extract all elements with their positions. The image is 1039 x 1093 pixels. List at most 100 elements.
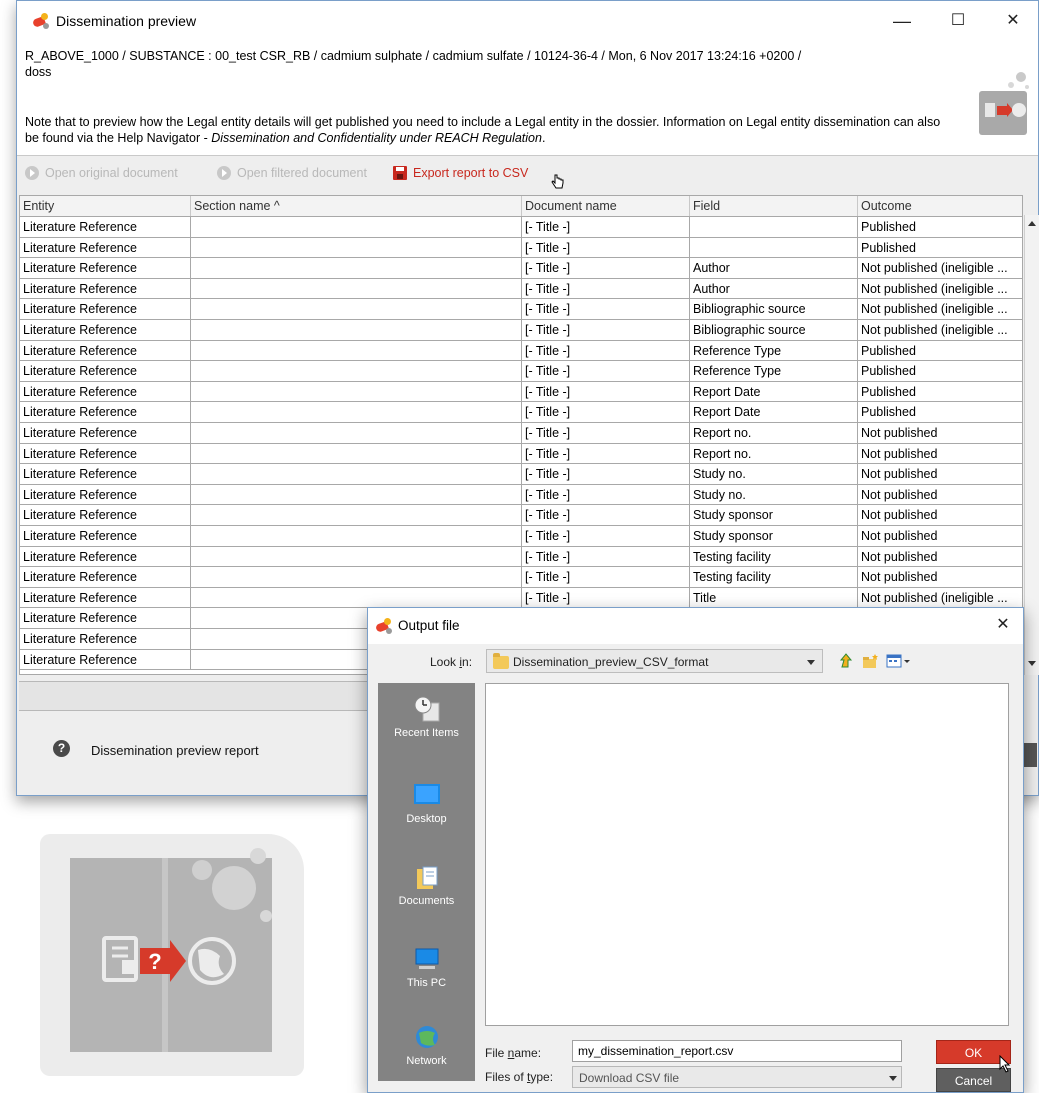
table-row[interactable]: Literature Reference [- Title -] Title Not …	[20, 587, 1022, 609]
open-original-document-button[interactable]: Open original document	[25, 164, 178, 182]
export-report-csv-button[interactable]: Export report to CSV	[393, 164, 528, 182]
cell-document-name: [- Title -]	[522, 443, 690, 464]
table-row[interactable]: Literature Reference [- Title -] Testing f…	[20, 546, 1022, 568]
note-help-topic: Dissemination and Confidentiality under …	[211, 131, 542, 145]
this-pc-icon	[415, 948, 438, 969]
legal-entity-note: Note that to preview how the Legal entit…	[25, 114, 945, 146]
help-icon[interactable]: ?	[53, 740, 70, 757]
place-network[interactable]: Network	[378, 1023, 475, 1067]
place-label: Network	[406, 1055, 447, 1067]
cell-field: Study no.	[690, 464, 858, 485]
network-icon	[415, 1026, 438, 1048]
scroll-down-arrow-icon[interactable]	[1028, 661, 1036, 666]
table-row[interactable]: Literature Reference [- Title -] Study spo…	[20, 505, 1022, 526]
place-label: Recent Items	[394, 727, 459, 739]
column-entity[interactable]: Entity	[20, 196, 191, 216]
table-row[interactable]: Literature Reference [- Title -] Report no…	[20, 443, 1022, 465]
close-button[interactable]: ✕	[990, 5, 1036, 37]
cell-entity: Literature Reference	[20, 464, 191, 485]
arrow-circle-icon	[25, 166, 39, 180]
table-row[interactable]: Literature Reference [- Title -] Report no…	[20, 423, 1022, 444]
vertical-scrollbar[interactable]	[1024, 215, 1039, 675]
cell-entity: Literature Reference	[20, 649, 191, 670]
cell-section-name	[191, 526, 522, 546]
minimize-button[interactable]: —	[879, 5, 925, 37]
scroll-up-arrow-icon[interactable]	[1028, 221, 1036, 226]
column-outcome[interactable]: Outcome	[858, 196, 1022, 216]
chevron-down-icon	[889, 1076, 897, 1081]
view-menu-icon[interactable]	[886, 653, 912, 669]
cell-entity: Literature Reference	[20, 381, 191, 402]
table-row[interactable]: Literature Reference [- Title -] Author Not…	[20, 278, 1022, 300]
cell-field: Report no.	[690, 443, 858, 464]
cell-outcome: Not published (ineligible ...	[858, 299, 1022, 319]
dissemination-table[interactable]: Entity Section name ^ Document name Fiel…	[19, 195, 1023, 675]
cell-entity: Literature Reference	[20, 278, 191, 299]
table-row[interactable]: Literature Reference [- Title -] Bibliogra…	[20, 320, 1022, 341]
file-name-input[interactable]	[572, 1040, 902, 1062]
table-row[interactable]: Literature Reference [- Title -] Report Da…	[20, 402, 1022, 423]
cell-section-name	[191, 423, 522, 443]
up-one-level-icon[interactable]	[838, 653, 856, 669]
cell-outcome: Published	[858, 361, 1022, 381]
look-in-dropdown[interactable]: Dissemination_preview_CSV_format	[486, 649, 823, 673]
place-desktop[interactable]: Desktop	[378, 781, 475, 825]
cell-document-name: [- Title -]	[522, 546, 690, 567]
cell-field: Testing facility	[690, 567, 858, 588]
column-section-name[interactable]: Section name ^	[191, 196, 522, 216]
look-in-label: Look in:	[430, 655, 473, 669]
cell-section-name	[191, 340, 522, 361]
column-field[interactable]: Field	[690, 196, 858, 216]
file-list[interactable]	[485, 683, 1009, 1026]
table-row[interactable]: Literature Reference [- Title -] Testing f…	[20, 567, 1022, 588]
files-of-type-label: Files of type:	[485, 1070, 554, 1084]
table-row[interactable]: Literature Reference [- Title -] Bibliogra…	[20, 299, 1022, 320]
cell-entity: Literature Reference	[20, 629, 191, 649]
cell-section-name	[191, 278, 522, 299]
hand-cursor-icon	[551, 174, 564, 189]
cell-outcome: Published	[858, 217, 1022, 237]
table-row[interactable]: Literature Reference [- Title -] Author Not…	[20, 258, 1022, 279]
dialog-title-bar: Output file ✕	[368, 608, 1023, 644]
open-filtered-document-button[interactable]: Open filtered document	[217, 164, 367, 182]
cell-outcome: Not published	[858, 547, 1022, 567]
note-end: .	[541, 131, 546, 145]
desktop-icon	[413, 784, 440, 804]
cell-field: Bibliographic source	[690, 320, 858, 340]
place-this-pc[interactable]: This PC	[378, 945, 475, 989]
table-row[interactable]: Literature Reference [- Title -] Reference…	[20, 361, 1022, 382]
place-recent-items[interactable]: Recent Items	[378, 695, 475, 739]
table-row[interactable]: Literature Reference [- Title -] Published	[20, 217, 1022, 238]
cell-document-name: [- Title -]	[522, 217, 690, 237]
column-document-name[interactable]: Document name	[522, 196, 690, 216]
maximize-button[interactable]: ☐	[935, 5, 981, 37]
cell-section-name	[191, 320, 522, 340]
cell-document-name: [- Title -]	[522, 361, 690, 382]
new-folder-icon[interactable]	[862, 653, 880, 669]
cell-document-name: [- Title -]	[522, 320, 690, 340]
cell-outcome: Not published	[858, 526, 1022, 546]
cell-outcome: Not published (ineligible ...	[858, 258, 1022, 278]
dossier-header-line1: R_ABOVE_1000 / SUBSTANCE : 00_test CSR_R…	[25, 49, 802, 63]
table-row[interactable]: Literature Reference [- Title -] Published	[20, 237, 1022, 259]
cell-outcome: Published	[858, 238, 1022, 258]
cell-outcome: Not published	[858, 423, 1022, 443]
cell-outcome: Not published	[858, 464, 1022, 484]
look-in-value: Dissemination_preview_CSV_format	[513, 655, 709, 669]
folder-icon	[493, 653, 509, 669]
place-label: Desktop	[406, 813, 447, 825]
files-of-type-dropdown[interactable]: Download CSV file	[572, 1066, 902, 1088]
table-row[interactable]: Literature Reference [- Title -] Study no.…	[20, 484, 1022, 506]
toolbar: Open original document Open filtered doc…	[17, 158, 1038, 189]
table-row[interactable]: Literature Reference [- Title -] Study spo…	[20, 526, 1022, 547]
cell-field	[690, 217, 858, 237]
table-row[interactable]: Literature Reference [- Title -] Study no.…	[20, 464, 1022, 485]
table-row[interactable]: Literature Reference [- Title -] Reference…	[20, 340, 1022, 362]
dialog-close-button[interactable]: ✕	[988, 612, 1018, 638]
mouse-pointer-icon	[999, 1055, 1011, 1073]
cell-document-name: [- Title -]	[522, 237, 690, 258]
cell-entity: Literature Reference	[20, 587, 191, 608]
cell-section-name	[191, 505, 522, 526]
place-documents[interactable]: Documents	[378, 863, 475, 907]
table-row[interactable]: Literature Reference [- Title -] Report Da…	[20, 381, 1022, 403]
